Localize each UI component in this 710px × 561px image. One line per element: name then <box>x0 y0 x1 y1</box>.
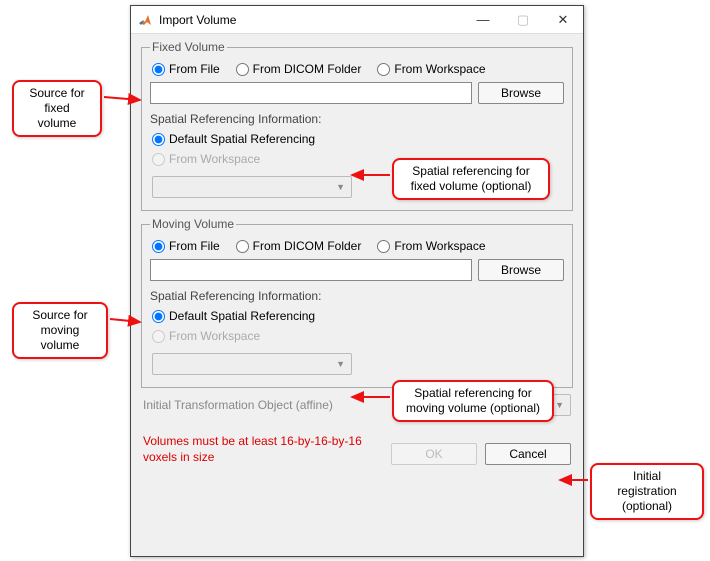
matlab-icon <box>137 12 153 28</box>
fixed-spatial-label: Spatial Referencing Information: <box>150 112 564 126</box>
callout-source-moving: Source formoving volume <box>12 302 108 359</box>
moving-from-file-radio[interactable]: From File <box>152 239 220 253</box>
moving-from-dicom-radio[interactable]: From DICOM Folder <box>236 239 362 253</box>
close-button[interactable]: ✕ <box>543 6 583 34</box>
moving-spatial-radios: Default Spatial Referencing From Workspa… <box>150 305 564 379</box>
moving-ref-default-radio[interactable]: Default Spatial Referencing <box>152 309 562 323</box>
fixed-ref-combo: ▼ <box>152 176 352 198</box>
chevron-down-icon: ▼ <box>336 359 345 369</box>
moving-file-input[interactable] <box>150 259 472 281</box>
callout-ref-fixed: Spatial referencing forfixed volume (opt… <box>392 158 550 200</box>
moving-from-workspace-radio[interactable]: From Workspace <box>377 239 485 253</box>
minimize-button[interactable]: — <box>463 6 503 34</box>
callout-source-fixed: Source forfixed volume <box>12 80 102 137</box>
callout-ref-moving: Spatial referencing formoving volume (op… <box>392 380 554 422</box>
fixed-file-input[interactable] <box>150 82 472 104</box>
fixed-source-radios: From File From DICOM Folder From Workspa… <box>150 58 564 82</box>
moving-volume-panel: Moving Volume From File From DICOM Folde… <box>141 217 573 388</box>
chevron-down-icon: ▼ <box>336 182 345 192</box>
titlebar: Import Volume — ▢ ✕ <box>131 6 583 34</box>
moving-source-radios: From File From DICOM Folder From Workspa… <box>150 235 564 259</box>
fixed-from-workspace-radio[interactable]: From Workspace <box>377 62 485 76</box>
chevron-down-icon: ▼ <box>555 400 564 410</box>
fixed-browse-button[interactable]: Browse <box>478 82 564 104</box>
moving-file-row: Browse <box>150 259 564 281</box>
window-title: Import Volume <box>159 13 463 27</box>
moving-browse-button[interactable]: Browse <box>478 259 564 281</box>
dialog-buttons: OK Cancel <box>391 443 571 465</box>
maximize-button: ▢ <box>503 6 543 34</box>
import-volume-dialog: Import Volume — ▢ ✕ Fixed Volume From Fi… <box>130 5 584 557</box>
fixed-ref-default-radio[interactable]: Default Spatial Referencing <box>152 132 562 146</box>
callout-initial: Initial registration(optional) <box>590 463 704 520</box>
moving-ref-combo: ▼ <box>152 353 352 375</box>
moving-volume-legend: Moving Volume <box>150 217 236 231</box>
ok-button: OK <box>391 443 477 465</box>
dialog-content: Fixed Volume From File From DICOM Folder… <box>131 34 583 556</box>
window-controls: — ▢ ✕ <box>463 6 583 34</box>
fixed-from-file-radio[interactable]: From File <box>152 62 220 76</box>
initial-transform-label: Initial Transformation Object (affine) <box>143 398 333 412</box>
fixed-from-dicom-radio[interactable]: From DICOM Folder <box>236 62 362 76</box>
moving-ref-workspace-radio: From Workspace <box>152 329 562 343</box>
bottom-row: Volumes must be at least 16-by-16-by-16 … <box>143 434 571 465</box>
cancel-button[interactable]: Cancel <box>485 443 571 465</box>
fixed-volume-legend: Fixed Volume <box>150 40 227 54</box>
size-warning: Volumes must be at least 16-by-16-by-16 … <box>143 434 373 465</box>
moving-spatial-label: Spatial Referencing Information: <box>150 289 564 303</box>
fixed-file-row: Browse <box>150 82 564 104</box>
